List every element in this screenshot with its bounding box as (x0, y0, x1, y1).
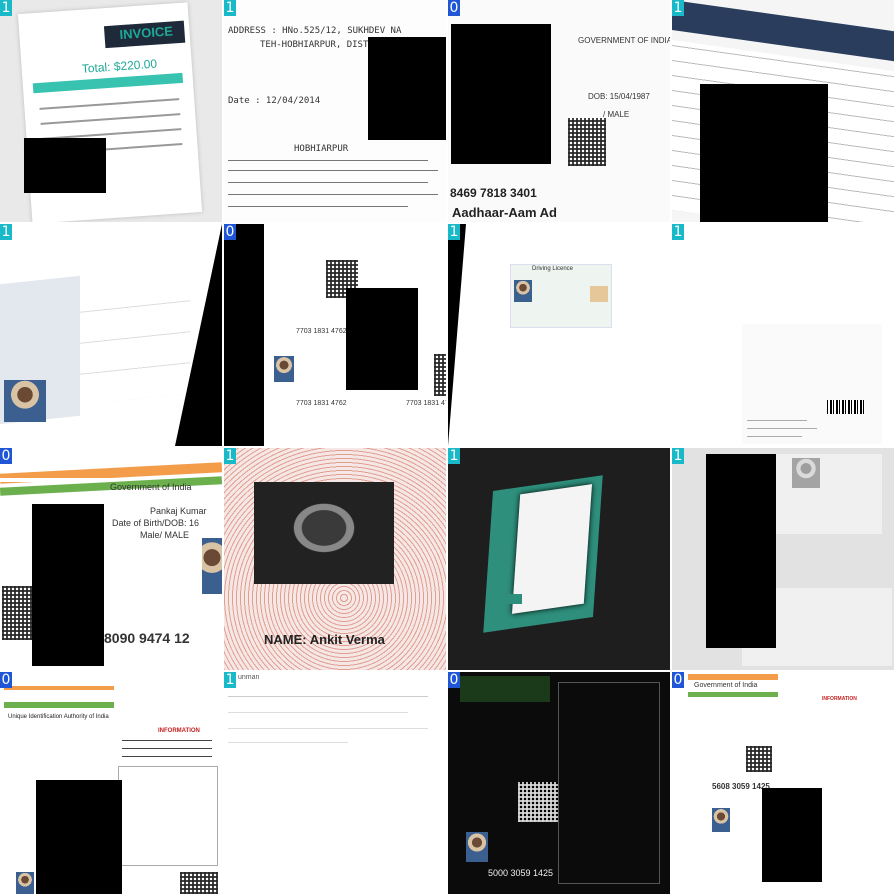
label-badge: 0 (0, 672, 12, 688)
label-badge: 0 (224, 224, 236, 240)
redaction-box (762, 788, 822, 882)
teh-line: TEH-HOBHIARPUR, DIST-HO (260, 40, 385, 50)
person-photo (466, 832, 488, 862)
tile-letter[interactable]: 1 ADDRESS : HNo.525/12, SUKHDEV NA TEH-H… (224, 0, 446, 222)
qr-code (2, 586, 34, 640)
tile-aadhaar-info[interactable]: 0 Unique Identification Authority of Ind… (0, 672, 222, 894)
gender-text: Male/ MALE (140, 530, 190, 540)
govt-text: Government of India (694, 682, 758, 689)
dob-text: Date of Birth/DOB: 16 (112, 518, 200, 528)
qr-code (180, 872, 218, 894)
qr-code (518, 782, 558, 822)
redaction-box (706, 454, 776, 648)
tile-passport[interactable]: 1 (0, 224, 222, 446)
redaction-box (36, 780, 122, 894)
redaction-box (32, 504, 104, 666)
uidai-text: Unique Identification Authority of India (8, 714, 109, 720)
label-badge: 1 (448, 224, 460, 240)
label-badge: 1 (0, 224, 12, 240)
person-photo (4, 380, 46, 422)
tile-faded-cards[interactable]: 1 (672, 448, 894, 670)
label-badge: 1 (224, 0, 236, 16)
person-photo (712, 808, 730, 832)
sub-line: HOBHIARPUR (294, 144, 349, 154)
govt-text: GOVERNMENT OF INDIA (578, 36, 670, 45)
redaction-box (24, 138, 106, 193)
name-text: NAME: Ankit Verma (264, 632, 385, 647)
address-line: ADDRESS : HNo.525/12, SUKHDEV NA (228, 26, 402, 36)
redaction-box (368, 37, 446, 140)
dob-text: DOB: 15/04/1987 (588, 92, 650, 101)
tile-aadhaar-print[interactable]: 0 7703 1831 4762 7703 1831 4762 7703 183… (224, 224, 446, 446)
tile-driving-licence[interactable]: 1 Driving Licence (448, 224, 670, 446)
label-badge: 1 (672, 224, 684, 240)
label-badge: 1 (224, 448, 236, 464)
date-line: Date : 12/04/2014 (228, 96, 321, 106)
tile-blank-form[interactable]: 1 unman (224, 672, 446, 894)
tile-aadhaar-tilt[interactable]: 0 Government of India Pankaj Kumar Date … (0, 448, 222, 670)
invoice-total: Total: $220.00 (81, 56, 158, 76)
person-photo (514, 280, 532, 302)
aadhaar-number: 8469 7818 3401 (450, 186, 537, 200)
label-badge: 0 (448, 672, 460, 688)
tile-aadhaar-frontback[interactable]: 0 Government of India INFORMATION 5608 3… (672, 672, 894, 894)
aadhaar-number-bottom: 7703 1831 4762 (296, 400, 347, 407)
info-heading: INFORMATION (158, 728, 200, 734)
licence-header: Driving Licence (532, 266, 574, 272)
label-badge: 0 (448, 0, 460, 16)
person-photo (16, 872, 34, 894)
person-photo (202, 538, 222, 594)
qr-code (568, 118, 606, 166)
barcode (827, 400, 865, 414)
label-badge: 1 (448, 448, 460, 464)
govt-text: Government of India (110, 482, 192, 492)
person-photo (254, 482, 394, 584)
tile-aadhaar-front[interactable]: 0 GOVERNMENT OF INDIA DOB: 15/04/1987 / … (448, 0, 670, 222)
black-wedge (175, 224, 222, 446)
label-badge: 0 (0, 448, 12, 464)
aadhaar-number: 5000 3059 1425 (488, 868, 554, 878)
label-badge: 0 (672, 672, 684, 688)
label-badge: 1 (224, 672, 236, 688)
tile-app-mockup[interactable]: 1 (448, 448, 670, 670)
tile-inverted-aadhaar[interactable]: 0 5000 3059 1425 (448, 672, 670, 894)
image-grid: 1 INVOICE Total: $220.00 1 ADDRESS : HNo… (0, 0, 896, 896)
redaction-box (451, 24, 551, 164)
tile-invoice[interactable]: 1 INVOICE Total: $220.00 (0, 0, 222, 222)
qr-code-back (434, 354, 446, 396)
gender-text: / MALE (603, 110, 630, 119)
label-badge: 1 (672, 448, 684, 464)
name-text: Pankaj Kumar (150, 506, 207, 516)
aadhaar-number-back: 7703 1831 4762 (406, 400, 446, 407)
tile-faint-doc[interactable]: 1 (672, 224, 894, 446)
tile-table-doc[interactable]: 1 (672, 0, 894, 222)
info-heading: INFORMATION (822, 696, 857, 702)
footer-text: Aadhaar-Aam Ad (452, 205, 557, 220)
label-badge: 1 (672, 0, 684, 16)
redaction-box (346, 288, 418, 390)
aadhaar-number: 8090 9474 12 (104, 630, 190, 646)
form-header: unman (238, 674, 260, 681)
aadhaar-number: 7703 1831 4762 (296, 328, 347, 335)
tile-photo-closeup[interactable]: 1 NAME: Ankit Verma (224, 448, 446, 670)
person-photo (274, 356, 294, 382)
black-wedge (448, 224, 466, 446)
redaction-box (700, 84, 828, 222)
label-badge: 1 (0, 0, 12, 16)
person-photo (792, 458, 820, 488)
qr-code (746, 746, 772, 772)
